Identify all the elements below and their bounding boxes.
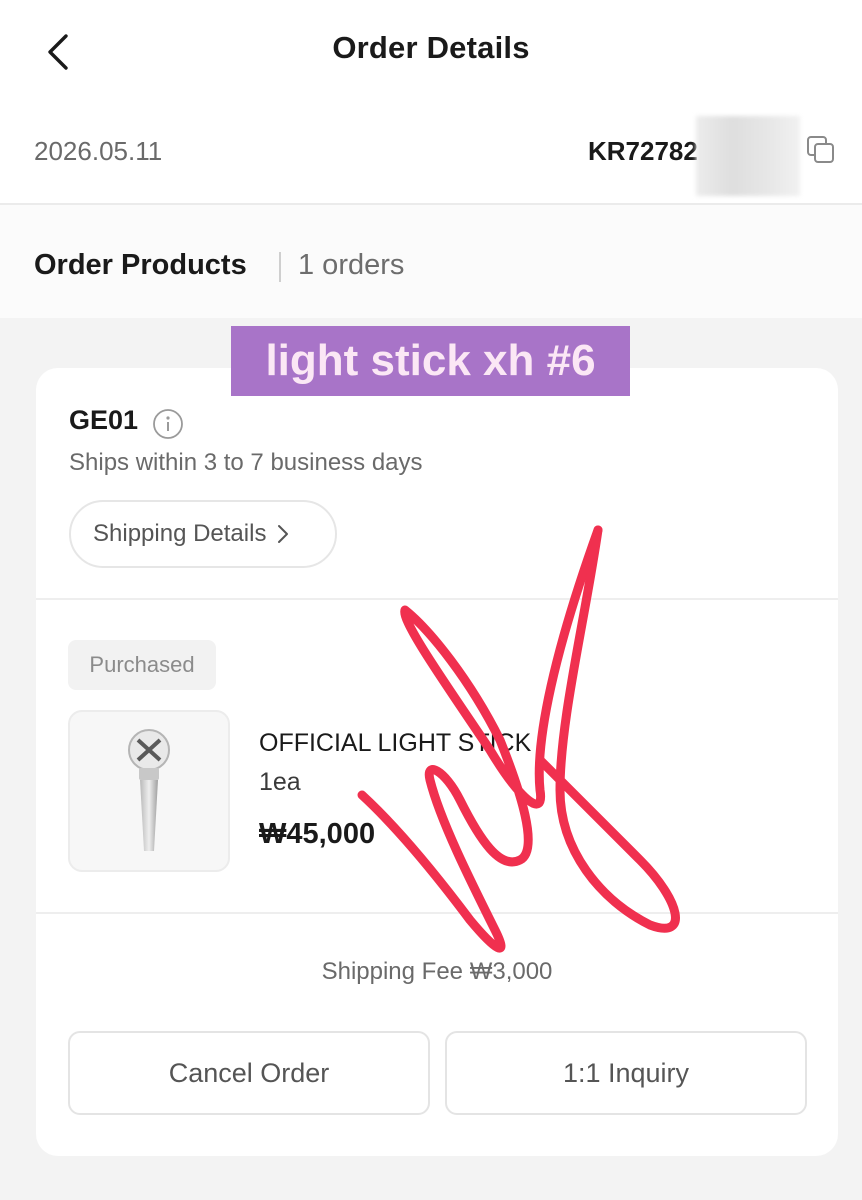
order-products-header: Order Products 1 orders — [0, 205, 862, 318]
separator — [279, 252, 281, 282]
divider — [36, 598, 838, 600]
order-count: 1 orders — [298, 249, 405, 281]
page-title: Order Details — [332, 30, 530, 65]
chevron-right-icon — [276, 523, 290, 545]
top-bar: Order Details — [0, 0, 862, 104]
overlay-label: light stick xh #6 — [231, 326, 630, 396]
info-icon — [153, 409, 183, 439]
light-stick-icon — [128, 729, 170, 851]
copy-icon — [807, 136, 834, 163]
product-price: ₩45,000 — [259, 818, 376, 850]
order-date: 2026.05.11 — [34, 136, 163, 166]
status-badge: Purchased — [68, 640, 216, 690]
cancel-order-button[interactable]: Cancel Order — [68, 1031, 430, 1115]
shipping-details-label: Shipping Details — [93, 520, 267, 547]
copy-order-number-button[interactable] — [803, 132, 839, 168]
shipping-details-button[interactable]: Shipping Details — [69, 500, 337, 568]
order-number: KR72782 — [588, 136, 698, 166]
order-info-row: 2026.05.11 KR72782 — [0, 104, 862, 204]
section-title: Order Products — [34, 249, 247, 281]
shipping-estimate: Ships within 3 to 7 business days — [69, 449, 423, 476]
product-quantity: 1ea — [259, 768, 301, 796]
inquiry-button[interactable]: 1:1 Inquiry — [445, 1031, 807, 1115]
product-name[interactable]: OFFICIAL LIGHT STICK — [259, 729, 531, 758]
order-details-screen: Order Details 2026.05.11 KR72782 Order P… — [0, 0, 862, 1200]
shipping-fee: Shipping Fee ₩3,000 — [321, 958, 553, 985]
seller-name: GE01 — [69, 405, 139, 435]
seller-info-button[interactable] — [152, 408, 184, 440]
divider — [36, 912, 838, 914]
product-thumbnail[interactable] — [68, 710, 230, 872]
redaction-blur — [696, 116, 800, 196]
